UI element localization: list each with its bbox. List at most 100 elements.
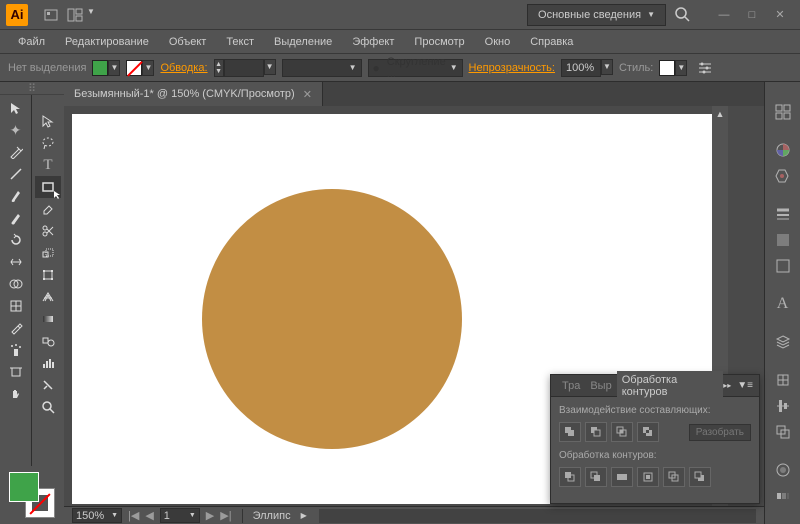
blend-tool[interactable] <box>35 330 61 352</box>
stroke-swatch[interactable] <box>126 60 142 76</box>
eyedropper-tool[interactable] <box>3 317 29 339</box>
paintbrush-tool[interactable] <box>3 185 29 207</box>
nav-prev-icon[interactable]: ◀ <box>145 509 153 522</box>
fill-stroke-indicator[interactable] <box>9 472 55 518</box>
minus-front-icon[interactable] <box>585 422 607 442</box>
width-tool[interactable] <box>3 251 29 273</box>
outline-icon[interactable] <box>663 467 685 487</box>
prefs-icon[interactable] <box>697 60 715 76</box>
intersect-icon[interactable] <box>611 422 633 442</box>
eraser-tool[interactable] <box>35 198 61 220</box>
scroll-up-icon[interactable]: ▲ <box>712 106 728 122</box>
minimize-button[interactable]: — <box>710 5 738 25</box>
menu-window[interactable]: Окно <box>477 33 519 51</box>
document-tab[interactable]: Безымянный-1* @ 150% (CMYK/Просмотр) ✕ <box>64 82 323 106</box>
panel-pathfinder-icon[interactable] <box>769 420 797 444</box>
menu-help[interactable]: Справка <box>522 33 581 51</box>
expand-button[interactable]: Разобрать <box>689 424 751 441</box>
column-graph-tool[interactable] <box>35 352 61 374</box>
arrange-icon[interactable] <box>67 7 83 23</box>
panel-grid-icon[interactable] <box>769 100 797 124</box>
hand-tool[interactable] <box>3 383 29 405</box>
scale-tool[interactable] <box>35 242 61 264</box>
pathfinder-tab-align[interactable]: Выр <box>585 377 616 395</box>
menu-object[interactable]: Объект <box>161 33 214 51</box>
unite-icon[interactable] <box>559 422 581 442</box>
panel-symbols-icon[interactable] <box>769 254 797 278</box>
bridge-icon[interactable] <box>43 7 59 23</box>
merge-icon[interactable] <box>611 467 633 487</box>
panel-collapse-icon[interactable]: ▸▸ <box>723 381 731 390</box>
menu-view[interactable]: Просмотр <box>406 33 472 51</box>
pathfinder-tab-transform[interactable]: Тра <box>557 377 585 395</box>
free-transform-tool[interactable] <box>35 264 61 286</box>
slice-tool[interactable] <box>35 374 61 396</box>
dropdown-icon[interactable]: ▼ <box>87 7 95 23</box>
exclude-icon[interactable] <box>637 422 659 442</box>
zoom-tool[interactable] <box>35 396 61 418</box>
opacity-value[interactable]: 100% <box>561 59 601 77</box>
fill-indicator[interactable] <box>9 472 39 502</box>
panel-styles-icon[interactable] <box>769 484 797 508</box>
opacity-dropdown[interactable]: ▼ <box>601 59 613 75</box>
zoom-input[interactable]: 150%▼ <box>72 508 122 523</box>
perspective-grid-tool[interactable] <box>35 286 61 308</box>
stroke-width-dropdown[interactable]: ▼ <box>264 59 276 75</box>
blob-brush-tool[interactable] <box>3 207 29 229</box>
fill-dropdown[interactable]: ▼ <box>108 60 120 76</box>
scissors-tool[interactable] <box>35 220 61 242</box>
menu-edit[interactable]: Редактирование <box>57 33 157 51</box>
nav-last-icon[interactable]: ▶| <box>220 509 231 522</box>
nav-next-icon[interactable]: ▶ <box>206 509 214 522</box>
search-icon[interactable] <box>674 6 692 24</box>
menu-effect[interactable]: Эффект <box>344 33 402 51</box>
panel-color-icon[interactable] <box>769 138 797 162</box>
symbol-sprayer-tool[interactable] <box>3 339 29 361</box>
fill-swatch[interactable] <box>92 60 108 76</box>
mesh-tool[interactable] <box>3 295 29 317</box>
divide-icon[interactable] <box>559 467 581 487</box>
maximize-button[interactable]: □ <box>738 5 766 25</box>
rectangle-tool[interactable] <box>35 176 61 198</box>
lasso-tool[interactable] <box>35 132 61 154</box>
type-tool[interactable]: T <box>35 154 61 176</box>
opacity-link[interactable]: Непрозрачность: <box>469 62 555 74</box>
panel-appearance-icon[interactable] <box>769 458 797 482</box>
trim-icon[interactable] <box>585 467 607 487</box>
stroke-link[interactable]: Обводка: <box>160 62 207 74</box>
minus-back-icon[interactable] <box>689 467 711 487</box>
panel-align-icon[interactable] <box>769 394 797 418</box>
nav-first-icon[interactable]: |◀ <box>128 509 139 522</box>
toolbar-grip[interactable]: ⠿ <box>28 82 36 94</box>
page-input[interactable]: 1▼ <box>160 508 200 523</box>
style-dropdown[interactable]: ▼ <box>675 60 687 76</box>
panel-type-icon[interactable]: A <box>769 292 797 316</box>
close-button[interactable]: ✕ <box>766 5 794 25</box>
selection-tool[interactable] <box>3 97 29 119</box>
rotate-tool[interactable] <box>3 229 29 251</box>
pathfinder-tab-pathfinder[interactable]: Обработка контуров <box>617 371 724 401</box>
status-dropdown-icon[interactable]: ▶ <box>301 511 307 520</box>
panel-transform-icon[interactable] <box>769 368 797 392</box>
direct-selection-tool[interactable] <box>35 110 61 132</box>
panel-swatches-icon[interactable] <box>769 164 797 188</box>
crop-icon[interactable] <box>637 467 659 487</box>
panel-menu-icon[interactable]: ▼≡ <box>737 380 753 391</box>
shape-builder-tool[interactable] <box>3 273 29 295</box>
horizontal-scrollbar[interactable] <box>319 509 756 523</box>
close-tab-icon[interactable]: ✕ <box>303 88 312 101</box>
line-tool[interactable] <box>3 163 29 185</box>
brush-select[interactable]: ●Скругление ...▼ <box>368 59 463 77</box>
stroke-profile[interactable]: ▼ <box>282 59 362 77</box>
gradient-tool[interactable] <box>35 308 61 330</box>
panel-layers-icon[interactable] <box>769 330 797 354</box>
menu-text[interactable]: Текст <box>218 33 262 51</box>
panel-brushes-icon[interactable] <box>769 228 797 252</box>
magic-wand-tool[interactable]: ✦ <box>3 119 29 141</box>
workspace-switcher[interactable]: Основные сведения ▼ <box>527 4 666 26</box>
menu-select[interactable]: Выделение <box>266 33 340 51</box>
pen-tool[interactable] <box>3 141 29 163</box>
menu-file[interactable]: Файл <box>10 33 53 51</box>
stroke-dropdown[interactable]: ▼ <box>142 60 154 76</box>
artboard-tool[interactable] <box>3 361 29 383</box>
